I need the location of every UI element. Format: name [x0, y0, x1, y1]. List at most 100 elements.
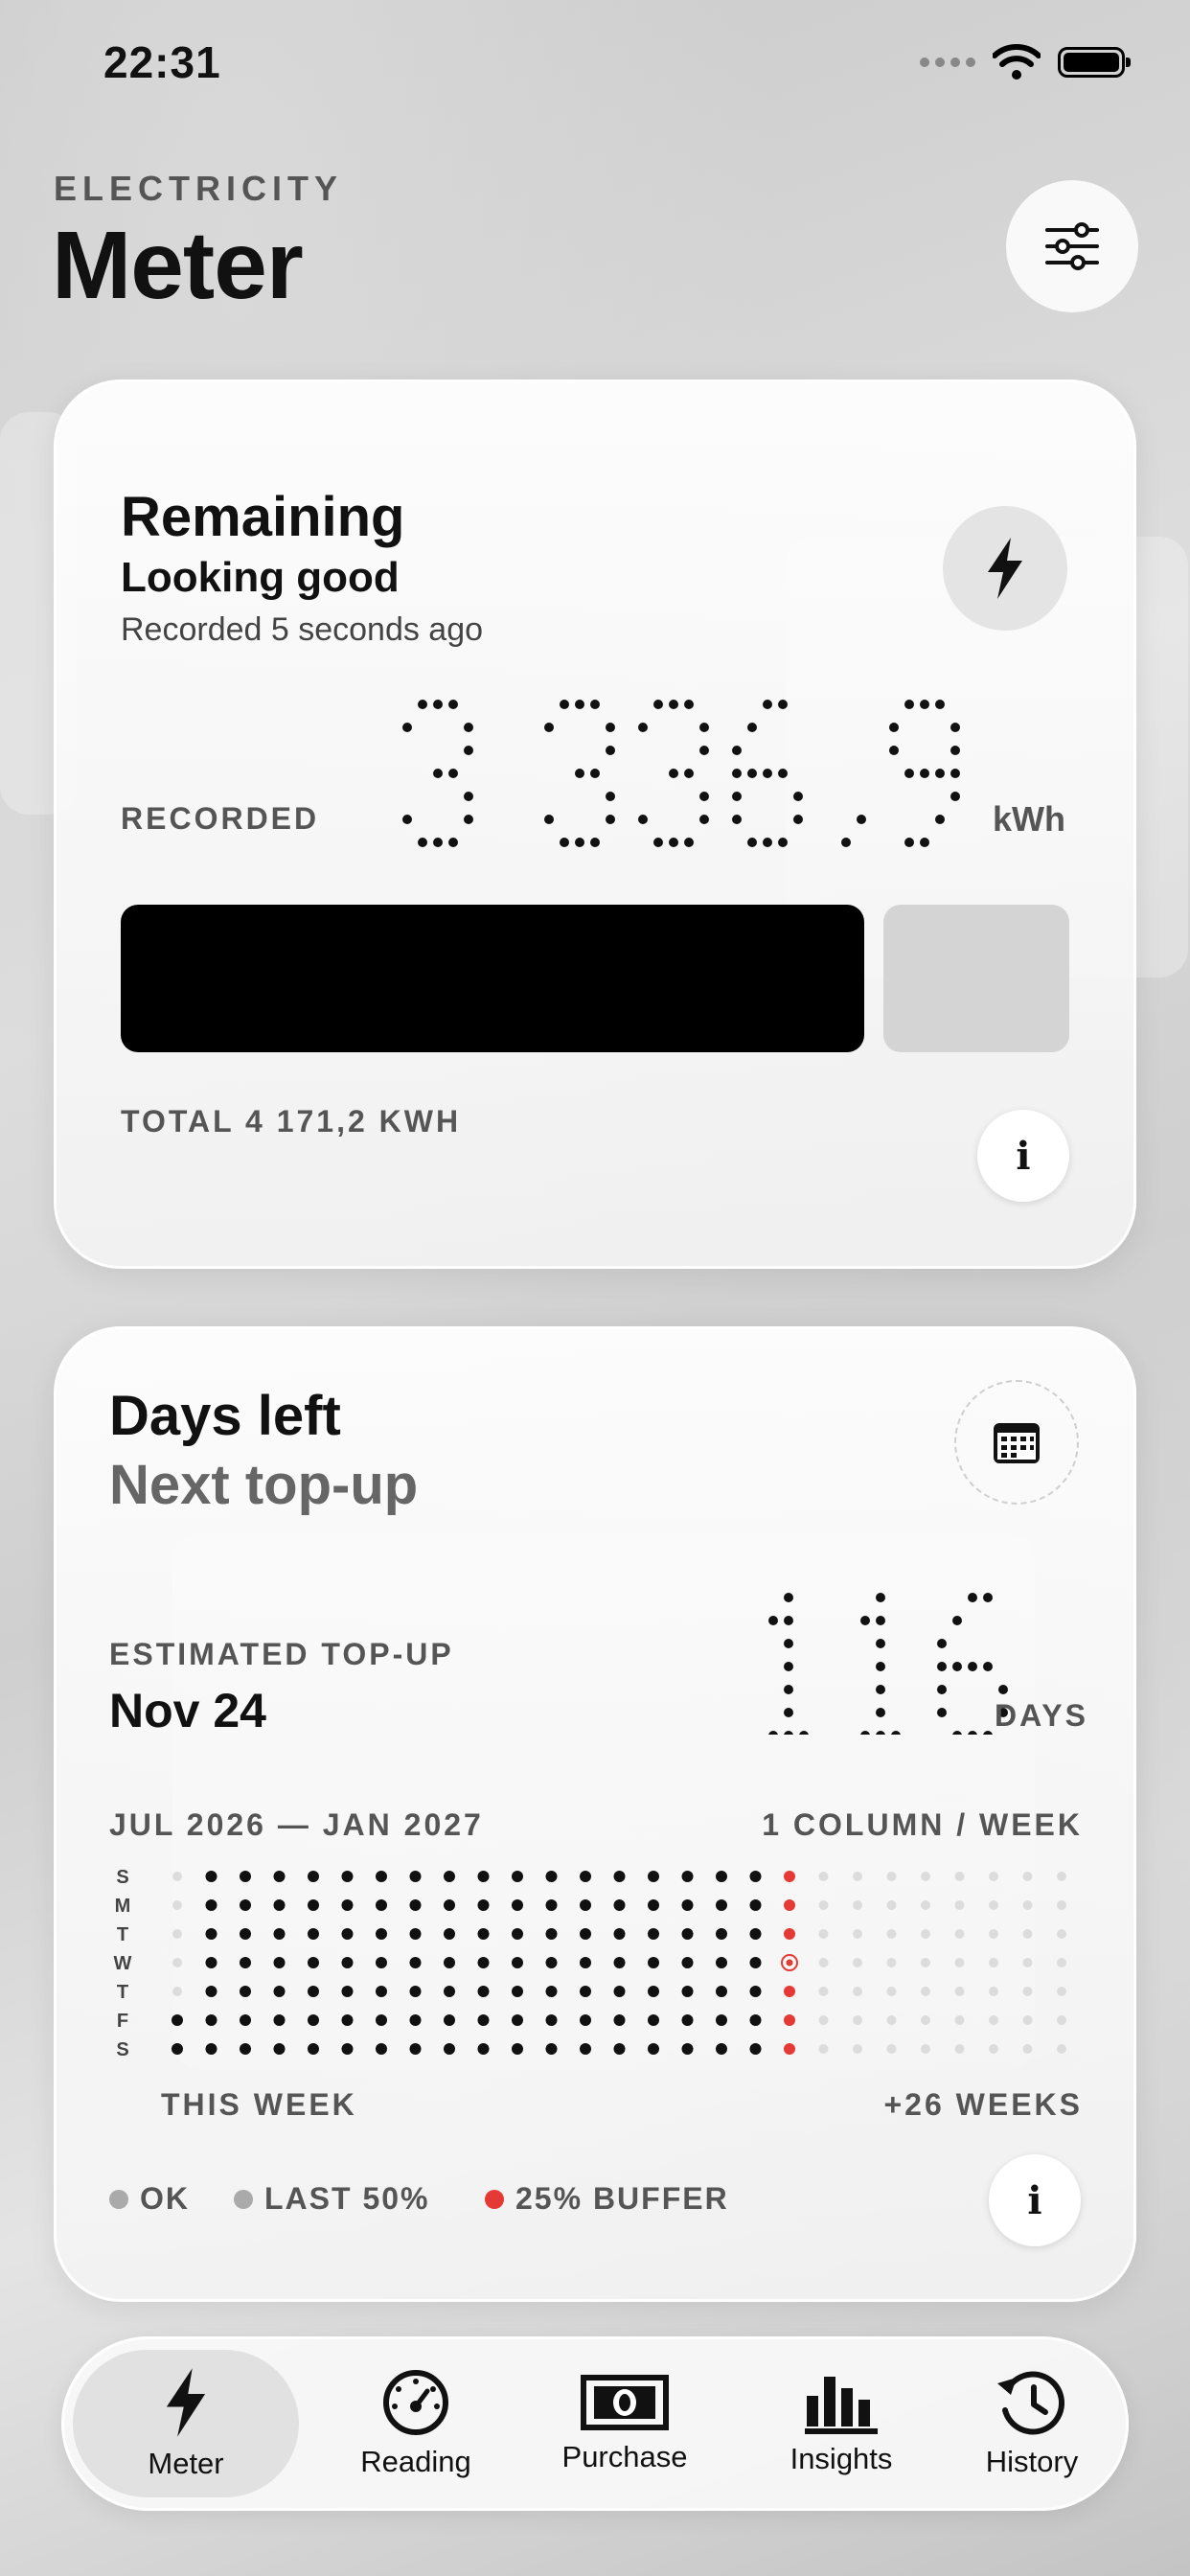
- remaining-info-button[interactable]: i: [977, 1110, 1069, 1202]
- day-dot: [376, 1957, 387, 1968]
- remaining-digit-dot: [669, 769, 678, 778]
- tab-meter[interactable]: Meter: [73, 2350, 299, 2497]
- day-dot: [205, 1899, 217, 1911]
- remaining-digit-dot: [732, 769, 742, 778]
- day-dot: [749, 2014, 762, 2026]
- tab-history[interactable]: History: [943, 2336, 1121, 2511]
- future-weeks-label: +26 WEEKS: [883, 2087, 1083, 2122]
- days-digit-dot: [876, 1639, 885, 1648]
- day-dot: [818, 1900, 829, 1910]
- day-dot: [512, 2043, 523, 2055]
- remaining-digit-dot: [889, 746, 899, 755]
- day-dot: [749, 1899, 762, 1911]
- total-label: TOTAL 4 171,2 KWH: [121, 1104, 462, 1138]
- days-digit-dot: [998, 1685, 1008, 1694]
- day-dot: [716, 1986, 727, 1997]
- day-dot: [648, 2014, 659, 2026]
- tab-insights[interactable]: Insights: [747, 2336, 935, 2511]
- day-dot: [308, 1871, 319, 1882]
- day-dot: [954, 2044, 965, 2054]
- day-dot: [921, 1872, 930, 1881]
- day-dot: [273, 1928, 286, 1940]
- bar-chart-icon: [805, 2377, 878, 2434]
- day-dot: [853, 2044, 862, 2054]
- legend-last-half-label: LAST 50%: [264, 2181, 430, 2216]
- days-digit-dot: [937, 1708, 947, 1717]
- day-dot: [240, 1871, 251, 1882]
- bolt-icon: [988, 538, 1022, 599]
- day-dot: [784, 1928, 795, 1940]
- days-digit-dot: [937, 1662, 947, 1671]
- day-dot: [545, 1928, 558, 1940]
- remaining-digit-dot: [904, 700, 914, 709]
- gauge-icon: [383, 2370, 448, 2435]
- day-dot: [545, 2014, 558, 2026]
- remaining-value: [402, 700, 960, 847]
- remaining-digit-dot: [448, 700, 458, 709]
- days-digit-dot: [983, 1593, 993, 1602]
- day-dot: [648, 1871, 659, 1882]
- days-digit-dot: [876, 1593, 885, 1602]
- tab-reading[interactable]: Reading: [320, 2336, 512, 2511]
- remaining-digit-dot: [904, 838, 914, 847]
- days-digit-dot: [876, 1616, 885, 1625]
- day-dot: [545, 1871, 558, 1882]
- remaining-digit-dot: [544, 815, 554, 824]
- remaining-digit-dot: [653, 838, 663, 847]
- day-dot: [477, 2043, 490, 2055]
- app-kicker: ELECTRICITY: [54, 169, 344, 208]
- days-digit-dot: [891, 1731, 901, 1735]
- days-info-button[interactable]: i: [989, 2154, 1081, 2246]
- day-dot: [273, 1899, 286, 1911]
- day-dot: [989, 2044, 998, 2054]
- day-dot: [681, 1986, 694, 1997]
- day-dot: [172, 1872, 182, 1881]
- day-dot: [613, 2043, 626, 2055]
- settings-button[interactable]: [1006, 180, 1138, 312]
- day-dot: [444, 1986, 455, 1997]
- day-dot: [376, 1986, 387, 1997]
- day-dot: [273, 2014, 286, 2026]
- weekday-label: S: [116, 1867, 128, 1888]
- day-dot: [921, 1987, 930, 1996]
- remaining-digit-dot: [699, 815, 709, 824]
- day-dot: [409, 1957, 422, 1968]
- status-icons: [920, 44, 1131, 80]
- day-dot: [818, 2015, 829, 2025]
- legend-buffer-dot: [485, 2189, 504, 2209]
- day-dot: [613, 1871, 626, 1882]
- calendar-button[interactable]: [954, 1380, 1079, 1505]
- day-dot: [341, 1899, 354, 1911]
- remaining-digit-dot: [732, 792, 742, 801]
- tab-history-label: History: [985, 2445, 1079, 2478]
- remaining-digit-dot: [418, 838, 427, 847]
- calendar-icon: [994, 1423, 1040, 1463]
- day-dot: [1057, 1900, 1066, 1910]
- day-dot: [681, 1928, 694, 1940]
- day-dot: [409, 2043, 422, 2055]
- remaining-digit-dot: [448, 769, 458, 778]
- day-dot: [308, 1899, 319, 1911]
- day-dot: [580, 1986, 591, 1997]
- remaining-digit-dot: [778, 700, 788, 709]
- status-time: 22:31: [103, 37, 221, 87]
- day-dot: [921, 1929, 930, 1939]
- days-digit-dot: [784, 1639, 793, 1648]
- days-digit-dot: [937, 1685, 947, 1694]
- days-digit-dot: [983, 1662, 993, 1671]
- weekday-label: W: [114, 1953, 132, 1974]
- days-digit-dot: [983, 1731, 993, 1735]
- day-dot: [273, 1871, 286, 1882]
- bolt-button[interactable]: [943, 506, 1067, 631]
- signal-icon: [920, 58, 975, 67]
- day-dot: [886, 1929, 897, 1939]
- estimate-label: ESTIMATED TOP-UP: [109, 1637, 454, 1671]
- remaining-digit-dot: [606, 746, 615, 755]
- day-dot: [1057, 2044, 1066, 2054]
- tab-purchase[interactable]: Purchase: [517, 2336, 732, 2511]
- remaining-digit-dot: [950, 769, 960, 778]
- day-dot: [240, 1957, 251, 1968]
- days-digit-dot: [876, 1708, 885, 1717]
- day-dot: [853, 1929, 862, 1939]
- day-dot: [512, 1957, 523, 1968]
